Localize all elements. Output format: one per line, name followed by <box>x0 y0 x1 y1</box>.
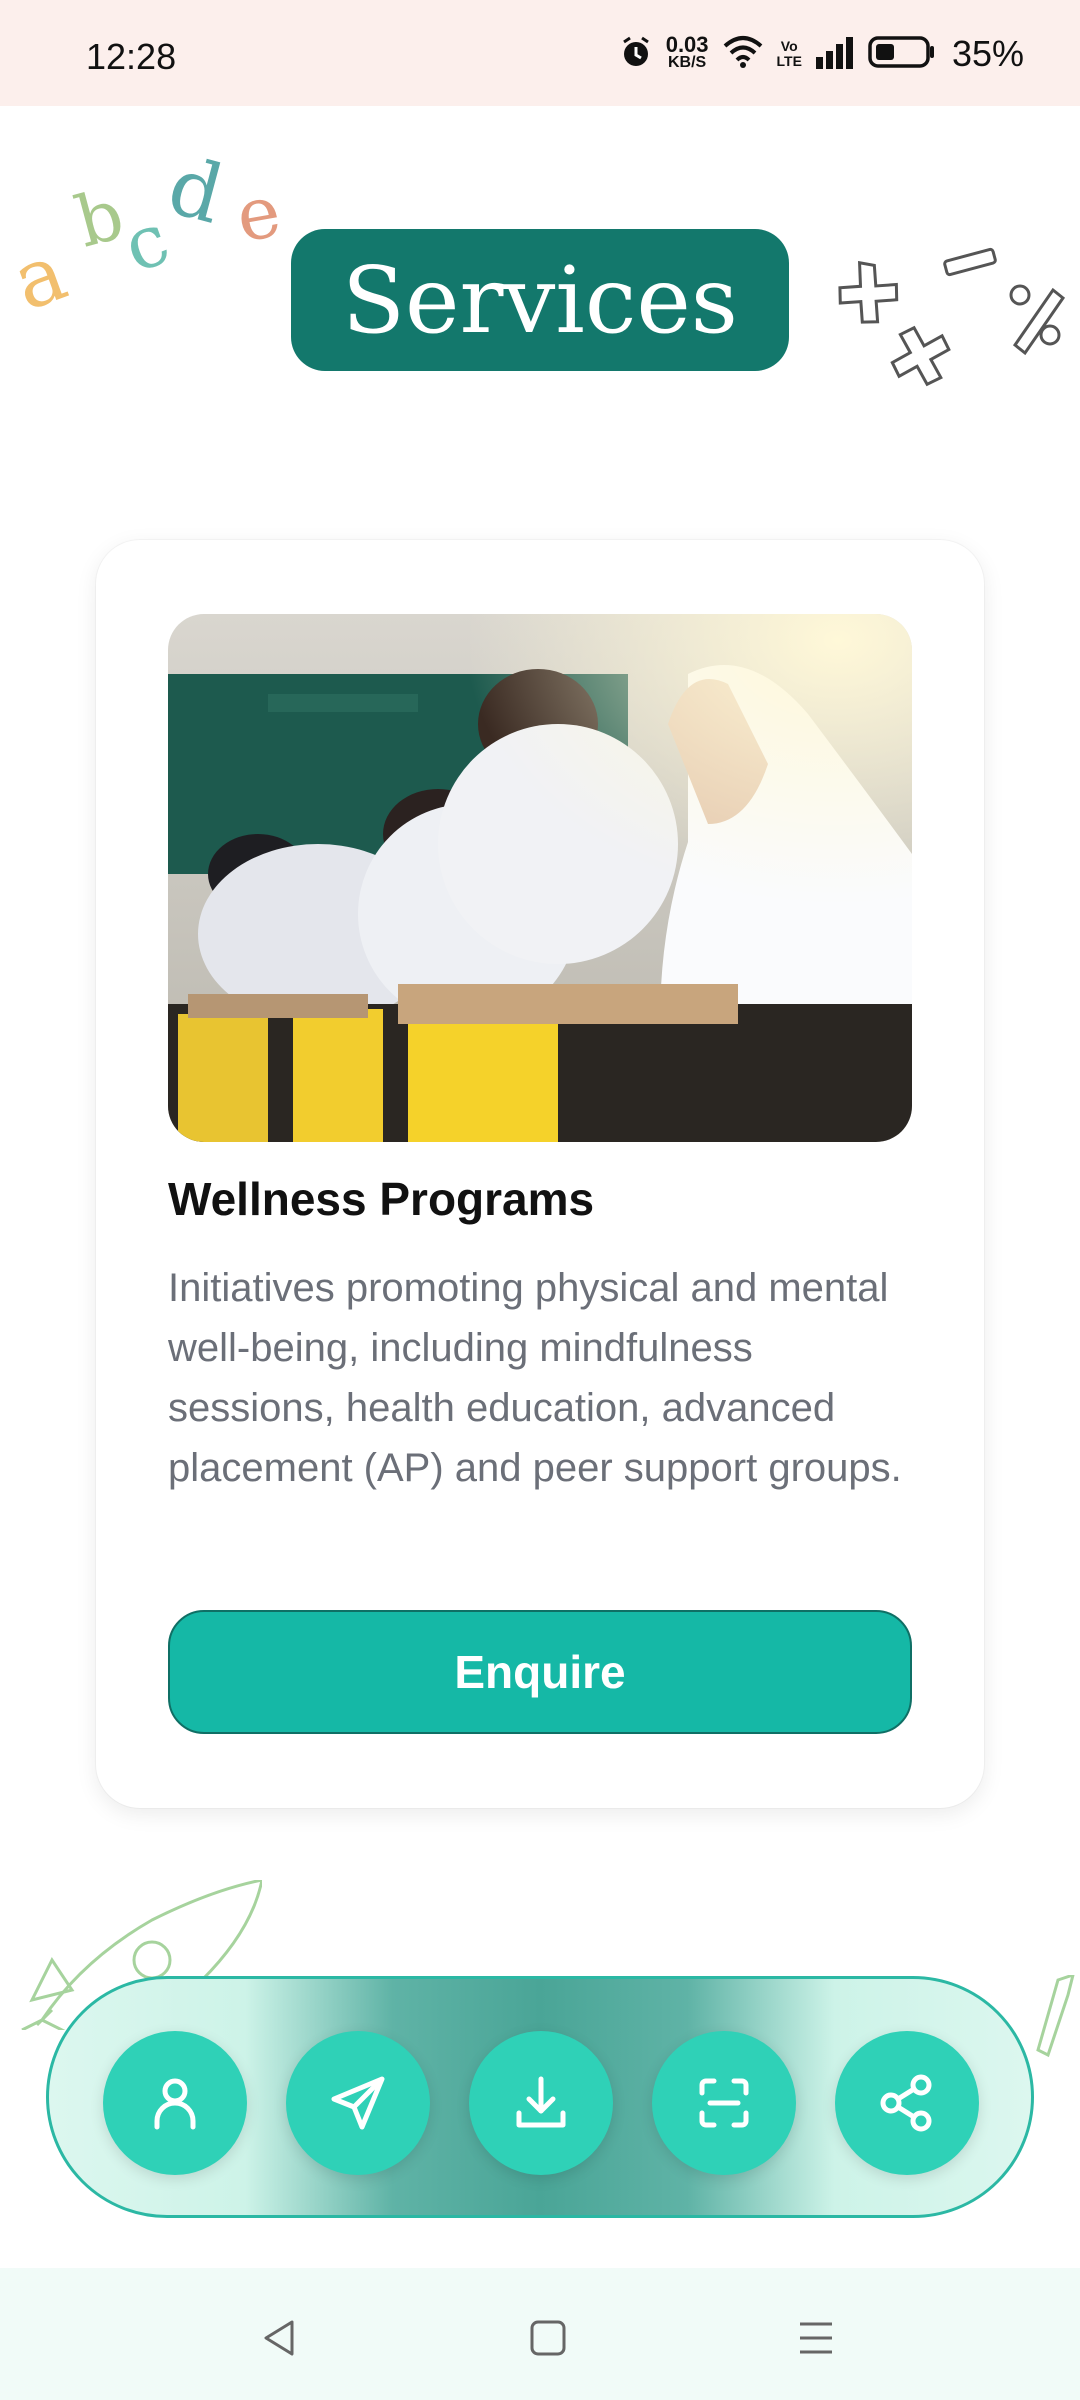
profile-icon <box>154 2078 196 2130</box>
profile-button[interactable] <box>103 2031 247 2175</box>
back-icon <box>264 2320 294 2356</box>
home-button[interactable] <box>518 2308 578 2368</box>
share-icon <box>880 2074 932 2132</box>
svg-text:a: a <box>10 225 78 329</box>
system-navigation-bar <box>0 2268 1080 2400</box>
alarm-icon <box>618 34 654 75</box>
enquire-button[interactable]: Enquire <box>168 1610 912 1734</box>
floating-action-bar <box>46 1976 1034 2218</box>
net-speed: 0.03 KB/S <box>665 32 709 72</box>
menu-button[interactable] <box>786 2308 846 2368</box>
battery-percent: 35% <box>951 33 1024 74</box>
service-description: Initiatives promoting physical and menta… <box>168 1266 902 1490</box>
status-icons: 0.03 KB/S Vo LTE 35% <box>618 30 1024 78</box>
back-button[interactable] <box>250 2308 310 2368</box>
page-title: Services <box>291 229 789 371</box>
download-icon <box>516 2076 566 2128</box>
alphabet-doodle-icon: a b c d e <box>10 139 287 329</box>
status-bar: 12:28 0.03 KB/S Vo LTE 35% <box>0 0 1080 106</box>
scan-icon <box>699 2078 749 2128</box>
svg-text:d: d <box>159 139 233 242</box>
status-time: 12:28 <box>86 36 177 77</box>
download-button[interactable] <box>469 2031 613 2175</box>
service-title: Wellness Programs <box>168 1173 595 1225</box>
send-button[interactable] <box>286 2031 430 2175</box>
rocket-doodle-icon <box>1036 1975 1075 2058</box>
service-image <box>168 614 912 1142</box>
volte-icon: Vo LTE <box>776 38 802 69</box>
send-icon <box>331 2076 385 2130</box>
math-symbols-doodle-icon <box>838 247 1066 387</box>
signal-icon <box>814 35 856 74</box>
home-icon <box>530 2320 566 2356</box>
scan-button[interactable] <box>652 2031 796 2175</box>
menu-icon <box>800 2322 832 2354</box>
battery-icon <box>868 35 936 74</box>
share-button[interactable] <box>835 2031 979 2175</box>
service-card: Wellness Programs Initiatives promoting … <box>96 540 984 1808</box>
wifi-icon <box>721 34 765 75</box>
svg-text:e: e <box>230 168 287 258</box>
